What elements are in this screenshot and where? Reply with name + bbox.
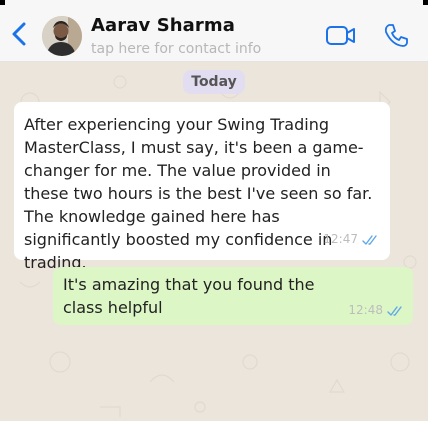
message-text: It's amazing that you found the class he… bbox=[63, 275, 315, 317]
avatar-image bbox=[42, 16, 82, 56]
video-call-button[interactable] bbox=[325, 23, 357, 49]
video-camera-icon bbox=[326, 26, 355, 45]
voice-call-button[interactable] bbox=[383, 22, 411, 50]
chevron-left-icon bbox=[12, 22, 26, 46]
message-time: 12:48 bbox=[348, 303, 383, 317]
message-time: 12:47 bbox=[323, 232, 358, 246]
message-meta: 12:48 bbox=[348, 299, 405, 322]
corner-marker bbox=[423, 0, 428, 5]
double-check-icon bbox=[362, 234, 377, 245]
outgoing-message-bubble[interactable]: It's amazing that you found the class he… bbox=[53, 267, 413, 325]
incoming-message-bubble[interactable]: After experiencing your Swing Trading Ma… bbox=[14, 102, 390, 272]
date-separator: Today bbox=[183, 70, 245, 94]
corner-marker bbox=[0, 0, 5, 5]
avatar[interactable] bbox=[42, 16, 82, 56]
contact-info-hint[interactable]: tap here for contact info bbox=[91, 41, 261, 57]
message-meta: 12:47 bbox=[323, 228, 380, 251]
double-check-icon bbox=[387, 305, 402, 316]
message-text: After experiencing your Swing Trading Ma… bbox=[24, 115, 373, 272]
contact-name[interactable]: Aarav Sharma bbox=[91, 15, 235, 36]
back-button[interactable] bbox=[8, 20, 30, 48]
phone-icon bbox=[384, 24, 408, 47]
chat-header: Aarav Sharma tap here for contact info bbox=[0, 0, 428, 62]
